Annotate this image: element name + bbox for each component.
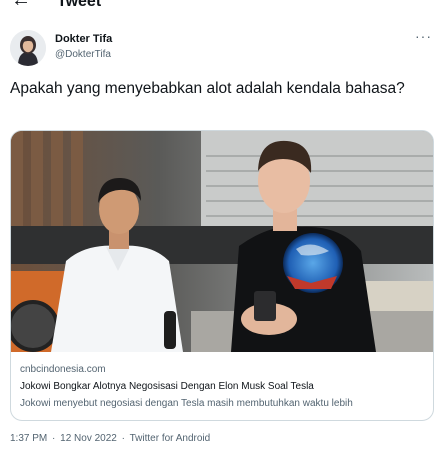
- card-photo: [11, 131, 433, 352]
- avatar[interactable]: [10, 30, 46, 66]
- avatar-image: [10, 30, 46, 66]
- top-bar: ← Tweet: [0, 0, 446, 16]
- meta-separator: ·: [52, 433, 56, 444]
- link-card[interactable]: cnbcindonesia.com Jokowi Bongkar Alotnya…: [10, 130, 434, 421]
- tweet-text: Apakah yang menyebabkan alot adalah kend…: [10, 80, 405, 97]
- author-name[interactable]: Dokter Tifa: [55, 33, 112, 45]
- tweet-meta: 1:37 PM · 12 Nov 2022 · Twitter for Andr…: [10, 433, 212, 444]
- left-arrow-icon[interactable]: ←: [11, 0, 31, 10]
- more-options-icon[interactable]: ···: [415, 28, 432, 44]
- page-title: Tweet: [57, 0, 102, 10]
- meta-separator: ·: [121, 433, 125, 444]
- tweet-source[interactable]: Twitter for Android: [130, 433, 211, 444]
- card-domain: cnbcindonesia.com: [20, 364, 106, 375]
- card-image[interactable]: [11, 131, 433, 352]
- tweet-time[interactable]: 1:37 PM: [10, 433, 47, 444]
- tweet-date[interactable]: 12 Nov 2022: [60, 433, 117, 444]
- card-title[interactable]: Jokowi Bongkar Alotnya Negosisasi Dengan…: [20, 381, 314, 392]
- card-description: Jokowi menyebut negosiasi dengan Tesla m…: [20, 398, 353, 409]
- author-handle[interactable]: @DokterTifa: [55, 49, 111, 60]
- author-row: Dokter Tifa @DokterTifa ···: [10, 28, 436, 66]
